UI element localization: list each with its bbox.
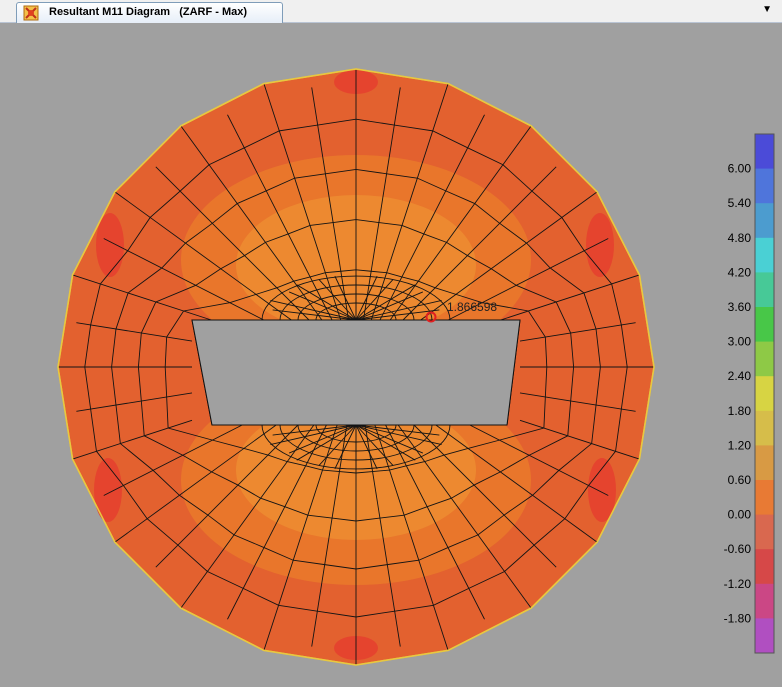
legend-label: 3.60 <box>728 300 752 314</box>
legend-swatch <box>755 168 774 204</box>
legend-label: 1.20 <box>728 438 752 452</box>
legend-label: 6.00 <box>728 162 752 176</box>
legend-label: -0.60 <box>724 542 752 556</box>
legend-label: 5.40 <box>728 196 752 210</box>
mesh-lines <box>57 68 655 666</box>
legend-label: 4.80 <box>728 231 752 245</box>
legend-label: 0.60 <box>728 473 752 487</box>
chevron-down-icon[interactable]: ▼ <box>762 4 772 15</box>
legend-swatch <box>755 376 774 412</box>
tab-bar: Resultant M11 Diagram (ZARF - Max) ▼ <box>0 0 782 23</box>
contour-zone-peak <box>94 458 122 522</box>
legend-swatch <box>755 549 774 585</box>
legend-swatch <box>755 307 774 343</box>
legend-swatch <box>755 410 774 446</box>
legend-swatch <box>755 480 774 516</box>
diagram-icon <box>23 5 39 21</box>
legend-label: 1.80 <box>728 404 752 418</box>
legend-label: 4.20 <box>728 265 752 279</box>
tab-title: Resultant M11 Diagram (ZARF - Max) <box>49 6 248 18</box>
legend-swatch <box>755 237 774 273</box>
legend-swatch <box>755 445 774 481</box>
legend-label: -1.80 <box>724 611 752 625</box>
legend-label: 2.40 <box>728 369 752 383</box>
legend-swatch <box>755 583 774 619</box>
legend-swatch <box>755 341 774 377</box>
tab-resultant-diagram[interactable]: Resultant M11 Diagram (ZARF - Max) <box>16 2 283 23</box>
legend-swatch <box>755 618 774 654</box>
legend-label: 3.00 <box>728 335 752 349</box>
marker-value: 1.866598 <box>447 300 497 314</box>
contour-zone-peak <box>586 213 614 277</box>
legend-label: 0.00 <box>728 508 752 522</box>
contour-zone-peak <box>96 213 124 277</box>
opening-outline <box>191 319 521 426</box>
legend-swatch <box>755 272 774 308</box>
plot-canvas[interactable]: 1.866598 6.00 5.40 4.80 4.20 3.60 3.00 2.40 1.8… <box>0 23 782 687</box>
legend-swatch <box>755 203 774 239</box>
legend-label: -1.20 <box>724 577 752 591</box>
legend-swatch <box>755 134 774 170</box>
legend-swatch <box>755 514 774 550</box>
color-legend: 6.00 5.40 4.80 4.20 3.60 3.00 2.40 1.80 1.20 0.60… <box>724 133 775 654</box>
